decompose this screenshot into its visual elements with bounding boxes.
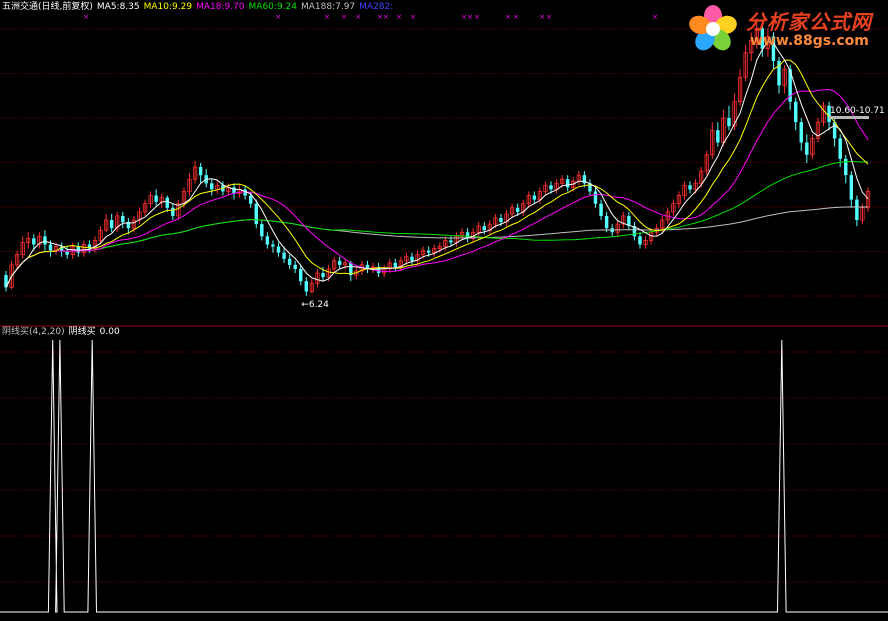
signal-mark: × [341,13,347,21]
signal-mark: × [546,13,552,21]
signal-mark: × [324,13,330,21]
candle-down [304,281,309,292]
grid-lines [0,28,888,583]
candle-down [482,226,486,231]
signal-mark: × [396,13,402,21]
candle-down [716,130,720,143]
candle-down [799,122,803,143]
candle-down [805,142,809,155]
candle-down [198,167,203,176]
candle-down [449,240,453,243]
ma-label-4: MA188:7.97 [300,2,356,12]
candle-down [165,197,170,208]
candle-down [232,187,236,194]
price-annotations: ←6.24 10.60-10.71 [301,106,884,310]
ma-label-3: MA60:9.24 [248,2,297,12]
candlestick-series [4,18,871,296]
signal-mark: × [474,13,480,21]
candle-down [393,262,398,267]
candle-down [76,246,81,253]
candle-down [593,191,598,204]
signal-mark: × [275,13,281,21]
high-price-bar [829,116,869,120]
candle-down [321,273,325,278]
indicator-value: 0.00 [99,327,120,337]
candle-down [337,260,342,265]
candle-down [855,199,859,221]
ma188-line [5,206,869,288]
stock-label: 五洲交通(日线,前复权) [2,2,93,12]
site-logo[interactable]: 分析家公式网 www.88gs.com [684,2,884,56]
indicator-value-label: 阴线买 [68,327,96,337]
logo-url: www.88gs.com [750,33,869,49]
main-legend: 五洲交通(日线,前复权) MA5:8.35 MA10:9.29 MA18:9.70 MA… [2,2,401,13]
candle-down [48,244,53,251]
low-price-label: ←6.24 [301,300,329,310]
indicator-line [0,339,888,613]
signal-mark: × [505,13,511,21]
candle-down [43,236,47,245]
candle-down [32,238,36,245]
candle-down [260,224,264,237]
ma-label-0: MA5:8.35 [96,2,140,12]
signal-mark: × [539,13,545,21]
candle-down [282,252,286,259]
candle-down [849,175,854,200]
candle-down [727,118,731,127]
high-price-label: 10.60-10.71 [830,106,885,116]
candle-down [248,195,253,204]
signal-mark: × [467,13,473,21]
candle-down [154,195,158,202]
candle-down [688,185,692,190]
candle-down [265,236,270,245]
candle-down [287,258,292,265]
candle-down [271,244,275,247]
candle-down [565,179,570,188]
candle-down [171,207,175,216]
signal-mark: × [652,13,658,21]
candle-down [426,250,431,253]
signal-mark: × [83,13,89,21]
candle-down [604,215,609,229]
ma-label-5: MA282: [359,2,394,12]
candle-down [109,220,114,229]
indicator-legend: 阴线买(4,2,20) 阴线买 0.00 [2,327,124,338]
candle-down [549,185,553,190]
candle-down [299,268,303,282]
signal-mark: × [383,13,389,21]
ma-label-2: MA18:9.70 [196,2,245,12]
signal-mark: × [513,13,519,21]
indicator-panel [0,339,888,613]
signal-mark: × [410,13,416,21]
candle-down [515,207,520,212]
candle-down [293,264,297,269]
flower-icon [689,5,737,51]
candle-down [210,183,214,190]
stock-chart[interactable]: × × × × × × × × × × × × × × × × × ←6.2410.60-10.71 [0,0,888,621]
candle-down [532,195,537,200]
candle-down [121,215,125,223]
candle-down [638,236,642,245]
ma-legend: MA5:8.35 MA10:9.29 MA18:9.70 MA60:9.24 MA188… [97,2,397,12]
candle-down [254,203,258,225]
signal-marks: × × × × × × × × × × × × × × × × × [83,13,658,21]
candle-down [410,256,414,261]
signal-mark: × [377,13,383,21]
candle-down [599,203,603,216]
logo-title: 分析家公式网 [746,10,872,34]
candle-down [276,246,281,253]
candle-down [793,101,798,123]
ma-label-1: MA10:9.29 [143,2,193,12]
signal-mark: × [461,13,467,21]
candle-down [499,217,503,223]
signal-mark: × [355,13,361,21]
candle-down [838,138,842,159]
indicator-name: 阴线买(4,2,20) [2,327,65,337]
